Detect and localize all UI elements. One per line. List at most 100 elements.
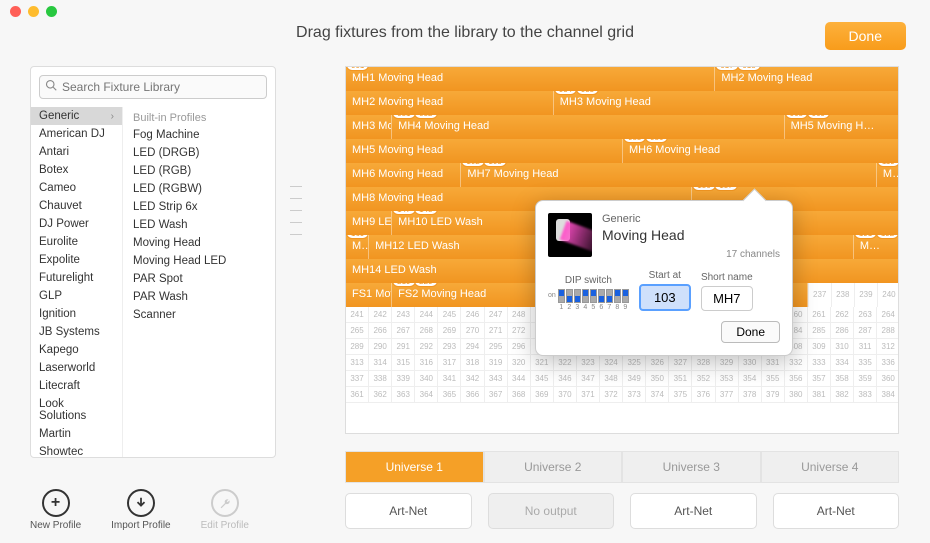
grid-cell[interactable]: 245 [438,307,461,322]
profile-item[interactable]: Moving Head [123,234,275,252]
grid-cell[interactable]: 287 [854,323,877,338]
grid-cell[interactable]: 271 [485,323,508,338]
fixture-block[interactable]: MH4 Moving Head051052 [392,115,784,139]
grid-cell[interactable]: 372 [600,387,623,402]
brand-item[interactable]: Expolite [31,251,122,269]
grid-cell[interactable]: 353 [716,371,739,386]
dip-switch-toggle[interactable] [622,289,629,303]
grid-cell[interactable]: 348 [600,371,623,386]
grid-cell[interactable]: 265 [346,323,369,338]
fixture-block[interactable]: MH3 Movi… [346,115,392,139]
done-button[interactable]: Done [825,22,906,50]
grid-cell[interactable]: 243 [392,307,415,322]
grid-cell[interactable]: 288 [877,323,899,338]
grid-cell[interactable]: 261 [808,307,831,322]
profile-item[interactable]: LED (RGBW) [123,180,275,198]
brand-item[interactable]: Cameo [31,179,122,197]
brand-item[interactable]: Showtec [31,443,122,457]
universe-tab[interactable]: Universe 3 [622,451,761,483]
grid-cell[interactable]: 355 [762,371,785,386]
grid-cell[interactable]: 365 [438,387,461,402]
grid-cell[interactable]: 354 [739,371,762,386]
grid-cell[interactable]: 247 [485,307,508,322]
grid-cell[interactable]: 361 [346,387,369,402]
grid-row[interactable]: MH3 Movi…MH4 Moving Head051052MH5 Moving… [346,115,898,139]
grid-cell[interactable]: 383 [854,387,877,402]
grid-row[interactable]: 3133143153163173183193203213223233243253… [346,355,898,371]
grid-cell[interactable]: 368 [508,387,531,402]
grid-cell[interactable]: 295 [485,339,508,354]
grid-cell[interactable]: 336 [877,355,899,370]
grid-cell[interactable]: 334 [831,355,854,370]
grid-cell[interactable]: 242 [369,307,392,322]
close-icon[interactable] [10,6,21,17]
grid-cell[interactable]: 310 [831,339,854,354]
grid-cell[interactable]: 326 [646,355,669,370]
grid-cell[interactable]: 319 [485,355,508,370]
grid-cell[interactable]: 289 [346,339,369,354]
grid-cell[interactable]: 262 [831,307,854,322]
grid-cell[interactable]: 335 [854,355,877,370]
grid-cell[interactable]: 331 [762,355,785,370]
grid-cell[interactable]: 270 [461,323,484,338]
grid-cell[interactable]: 267 [392,323,415,338]
grid-cell[interactable]: 381 [808,387,831,402]
grid-row[interactable]: MH1 Moving Head001MH2 Moving Head017018 [346,67,898,91]
grid-cell[interactable]: 292 [415,339,438,354]
grid-cell[interactable]: 237 [808,283,831,307]
grid-cell[interactable]: 367 [485,387,508,402]
grid-cell[interactable]: 239 [854,283,877,307]
brand-item[interactable]: Ignition [31,305,122,323]
grid-cell[interactable]: 375 [669,387,692,402]
grid-cell[interactable]: 238 [831,283,854,307]
grid-cell[interactable]: 266 [369,323,392,338]
brand-item[interactable]: American DJ [31,125,122,143]
grid-cell[interactable]: 323 [577,355,600,370]
dip-switch-toggle[interactable] [566,289,573,303]
brand-item[interactable]: Litecraft [31,377,122,395]
grid-cell[interactable]: 343 [485,371,508,386]
profile-item[interactable]: Fog Machine [123,126,275,144]
fixture-block[interactable]: MH1 Moving Head001 [346,67,715,91]
universe-tab[interactable]: Universe 2 [484,451,623,483]
grid-cell[interactable]: 248 [508,307,531,322]
brand-item[interactable]: GLP [31,287,122,305]
output-selector[interactable]: No output [488,493,615,529]
popover-done-button[interactable]: Done [721,321,780,343]
grid-cell[interactable]: 332 [785,355,808,370]
dip-switch-toggle[interactable] [590,289,597,303]
fixture-block[interactable]: MH6 Moving Head085086 [623,139,899,163]
dip-switch-toggle[interactable] [582,289,589,303]
brand-item[interactable]: Chauvet [31,197,122,215]
fixture-block[interactable]: MH2 Moving Head [346,91,554,115]
grid-cell[interactable]: 384 [877,387,899,402]
grid-cell[interactable]: 272 [508,323,531,338]
dip-switch-toggle[interactable] [574,289,581,303]
grid-cell[interactable]: 366 [461,387,484,402]
fixture-block[interactable]: FS1 Movi… [346,283,392,307]
grid-cell[interactable]: 363 [392,387,415,402]
brand-item[interactable]: Antari [31,143,122,161]
fixture-block[interactable]: M…169170 [346,235,369,259]
dip-switch[interactable]: 123456789 [558,289,629,311]
grid-cell[interactable]: 318 [461,355,484,370]
grid-cell[interactable]: 374 [646,387,669,402]
grid-cell[interactable]: 350 [646,371,669,386]
brand-item[interactable]: Generic› [31,107,122,125]
grid-cell[interactable]: 345 [531,371,554,386]
universe-tab[interactable]: Universe 4 [761,451,900,483]
search-input[interactable] [39,75,267,99]
grid-cell[interactable]: 360 [877,371,899,386]
grid-cell[interactable]: 364 [415,387,438,402]
grid-cell[interactable]: 358 [831,371,854,386]
grid-row[interactable]: MH2 Moving HeadMH3 Moving Head034035 [346,91,898,115]
grid-cell[interactable]: 379 [762,387,785,402]
grid-cell[interactable]: 311 [854,339,877,354]
grid-cell[interactable]: 294 [461,339,484,354]
profile-item[interactable]: PAR Spot [123,270,275,288]
short-name-input[interactable] [701,286,753,311]
fixture-block[interactable]: M…191192 [854,235,899,259]
brand-item[interactable]: Eurolite [31,233,122,251]
grid-cell[interactable]: 313 [346,355,369,370]
universe-tab[interactable]: Universe 1 [345,451,484,483]
